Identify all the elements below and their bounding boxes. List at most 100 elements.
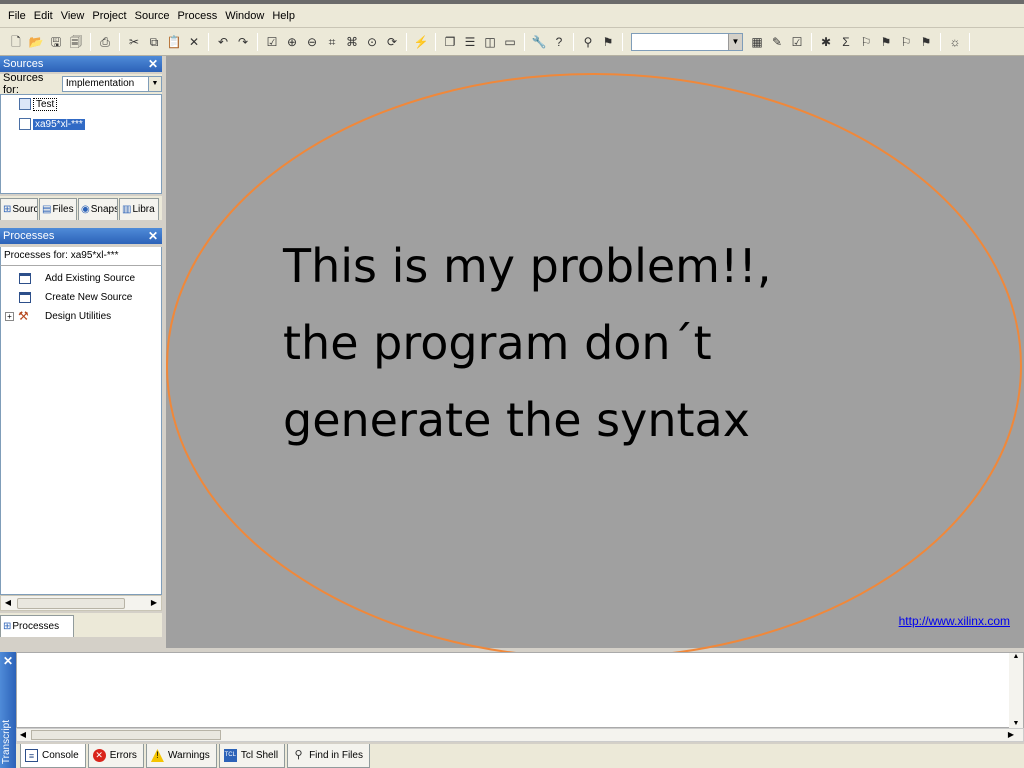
toolbar-separator xyxy=(622,32,623,51)
check-box-icon[interactable]: ☑ xyxy=(789,34,805,50)
tree-item-test[interactable]: Test xyxy=(19,97,58,111)
tab-console[interactable]: ≡ Console xyxy=(20,744,86,768)
zoom-out-icon[interactable]: ⊖ xyxy=(304,34,320,50)
sigma-icon[interactable]: Σ xyxy=(838,34,854,50)
check-icon[interactable]: ☑ xyxy=(264,34,280,50)
process-create-new-source[interactable]: Create New Source xyxy=(19,289,132,305)
toolbar-search-combo[interactable]: ▼ xyxy=(631,32,743,51)
scrollbar-thumb[interactable] xyxy=(17,598,125,609)
menu-view[interactable]: View xyxy=(57,10,89,22)
find-in-files-icon[interactable]: ⚑ xyxy=(600,34,616,50)
tree-item-device[interactable]: xa95*xl-*** xyxy=(19,117,85,131)
save-all-icon[interactable]: 🗐 xyxy=(68,34,84,50)
close-icon[interactable]: ✕ xyxy=(3,654,13,668)
close-icon[interactable]: ✕ xyxy=(148,56,158,72)
sources-tabs: ⊞ Sourc ▤ Files ◉ Snaps ▥ Libra xyxy=(0,196,162,220)
menu-process[interactable]: Process xyxy=(173,10,221,22)
transcript-horizontal-scrollbar[interactable]: ◀ ▶ xyxy=(16,728,1024,742)
save-icon[interactable]: 🖫 xyxy=(48,34,64,50)
zoom-area-icon[interactable]: ⊙ xyxy=(364,34,380,50)
redo-icon[interactable]: ↷ xyxy=(235,34,251,50)
chevron-down-icon[interactable]: ▼ xyxy=(728,33,742,50)
process-add-existing-source[interactable]: Add Existing Source xyxy=(19,270,135,286)
scroll-right-icon[interactable]: ▶ xyxy=(147,596,161,610)
tab-warnings[interactable]: ! Warnings xyxy=(145,744,217,768)
undo-icon[interactable]: ↶ xyxy=(215,34,231,50)
copy-icon[interactable]: ⧉ xyxy=(146,34,162,50)
process-label: Design Utilities xyxy=(45,310,112,322)
tile-horizontal-icon[interactable]: ☰ xyxy=(462,34,478,50)
tab-find-in-files[interactable]: ⚲ Find in Files xyxy=(287,744,370,768)
tile-vertical-icon[interactable]: ◫ xyxy=(482,34,498,50)
lightbulb-icon[interactable]: ☼ xyxy=(947,34,963,50)
expand-icon[interactable]: + xyxy=(5,311,14,321)
bookmark-icon[interactable]: ⚐ xyxy=(858,34,874,50)
tab-snapshots[interactable]: ◉ Snaps xyxy=(78,198,118,220)
scrollbar-thumb[interactable] xyxy=(31,730,221,740)
find-in-files-icon: ⚲ xyxy=(294,749,303,761)
xilinx-link[interactable]: http://www.xilinx.com xyxy=(899,614,1010,628)
toolbar-separator xyxy=(90,32,91,51)
help-pointer-icon[interactable]: ? xyxy=(551,34,567,50)
edit-icon[interactable]: ✎ xyxy=(769,34,785,50)
tab-sources[interactable]: ⊞ Sourc xyxy=(0,198,38,220)
sources-for-value: Implementation xyxy=(65,78,135,89)
scroll-down-icon[interactable]: ▼ xyxy=(1009,720,1023,727)
menu-source[interactable]: Source xyxy=(131,10,174,22)
menu-edit[interactable]: Edit xyxy=(30,10,57,22)
tab-errors[interactable]: ✕ Errors xyxy=(87,744,144,768)
zoom-in-icon[interactable]: ⊕ xyxy=(284,34,300,50)
processes-horizontal-scrollbar[interactable]: ◀ ▶ xyxy=(0,595,162,611)
transcript-tabs: ≡ Console ✕ Errors ! Warnings TCL Tcl Shell … xyxy=(16,744,1024,768)
menu-bar: File Edit View Project Source Process Wi… xyxy=(0,4,1024,28)
wizard-icon[interactable]: ⚡ xyxy=(413,34,429,50)
transcript-label: Transcript xyxy=(1,719,12,764)
menu-window[interactable]: Window xyxy=(221,10,268,22)
bookmark-prev-icon[interactable]: ⚐ xyxy=(898,34,914,50)
toolbar-separator xyxy=(573,32,574,51)
tab-label: Tcl Shell xyxy=(240,750,279,761)
zoom-fit-icon[interactable]: ⌗ xyxy=(324,34,340,50)
menu-help[interactable]: Help xyxy=(268,10,299,22)
bug-icon[interactable]: ✱ xyxy=(818,34,834,50)
close-icon[interactable]: ✕ xyxy=(148,228,158,244)
chevron-down-icon[interactable]: ▼ xyxy=(148,77,161,91)
report-icon[interactable]: ▦ xyxy=(749,34,765,50)
refresh-icon[interactable]: ⟳ xyxy=(384,34,400,50)
process-design-utilities[interactable]: + ⚒ Design Utilities xyxy=(5,308,111,324)
menu-project[interactable]: Project xyxy=(88,10,130,22)
tab-tcl-shell[interactable]: TCL Tcl Shell xyxy=(218,744,286,768)
bookmark-clear-icon[interactable]: ⚑ xyxy=(918,34,934,50)
scroll-left-icon[interactable]: ◀ xyxy=(17,729,29,741)
tab-libraries[interactable]: ▥ Libra xyxy=(119,198,159,220)
bookmark-next-icon[interactable]: ⚑ xyxy=(878,34,894,50)
cascade-icon[interactable]: ❐ xyxy=(442,34,458,50)
sources-for-select[interactable]: Implementation ▼ xyxy=(61,76,162,92)
tab-processes[interactable]: ⊞ Processes xyxy=(0,615,74,637)
toolbar-separator xyxy=(524,32,525,51)
cut-icon[interactable]: ✂ xyxy=(126,34,142,50)
paste-icon[interactable]: 📋 xyxy=(166,34,182,50)
print-icon[interactable]: ⎙ xyxy=(97,34,113,50)
new-file-icon[interactable]: 🗋 xyxy=(8,34,24,50)
snapshots-tab-icon: ◉ xyxy=(81,204,90,215)
delete-icon[interactable]: ✕ xyxy=(186,34,202,50)
transcript-vertical-scrollbar[interactable]: ▲ ▼ xyxy=(1009,653,1023,729)
tools-icon[interactable]: 🔧 xyxy=(531,34,547,50)
scroll-right-icon[interactable]: ▶ xyxy=(1005,729,1017,741)
tab-label: Find in Files xyxy=(309,750,363,761)
open-file-icon[interactable]: 📂 xyxy=(28,34,44,50)
transcript-output[interactable]: ▲ ▼ xyxy=(16,652,1024,729)
window-icon[interactable]: ▭ xyxy=(502,34,518,50)
menu-file[interactable]: File xyxy=(4,10,30,22)
find-icon[interactable]: ⚲ xyxy=(580,34,596,50)
tab-label: Warnings xyxy=(167,750,210,761)
tab-files[interactable]: ▤ Files xyxy=(39,198,77,220)
process-label: Create New Source xyxy=(45,291,133,303)
scroll-up-icon[interactable]: ▲ xyxy=(1009,653,1023,660)
processes-for-label: Processes for: xa95*xl-*** xyxy=(0,247,162,265)
scroll-left-icon[interactable]: ◀ xyxy=(1,596,15,610)
processes-tab-icon: ⊞ xyxy=(3,621,12,632)
zoom-full-icon[interactable]: ⌘ xyxy=(344,34,360,50)
transcript-side-bar: ✕ Transcript xyxy=(0,652,16,768)
